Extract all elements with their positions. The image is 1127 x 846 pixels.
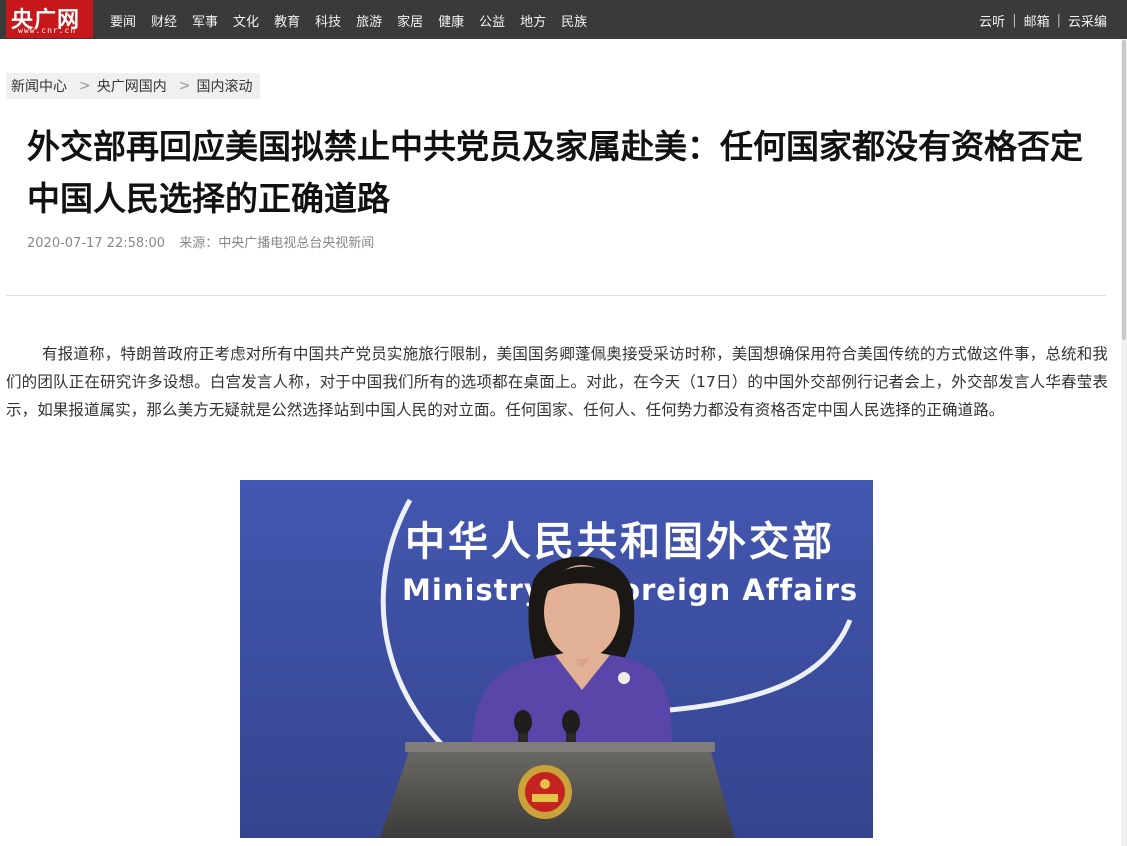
link-yuncaibian[interactable]: 云采编 [1068,11,1107,30]
press-conference-illustration: 中华人民共和国外交部 Ministry of Foreign Affairs [240,480,873,838]
breadcrumb: 新闻中心 > 央广网国内 > 国内滚动 [6,73,261,99]
breadcrumb-domestic-rolling[interactable]: 国内滚动 [196,76,252,96]
nav-item-gongyi[interactable]: 公益 [479,11,505,30]
link-separator: | [1056,13,1061,28]
nav-item-jiaoyu[interactable]: 教育 [274,11,300,30]
scrollbar-thumb[interactable] [1122,40,1126,340]
breadcrumb-domestic[interactable]: 央广网国内 [97,76,167,96]
article-meta: 2020-07-17 22:58:00 来源：中央广播电视总台央视新闻 [27,232,374,251]
breadcrumb-news-center[interactable]: 新闻中心 [11,76,67,96]
divider [6,295,1106,296]
nav-item-lvyou[interactable]: 旅游 [356,11,382,30]
article-datetime: 2020-07-17 22:58:00 [27,236,166,251]
breadcrumb-separator: > [79,78,91,94]
channel-nav: 要闻 财经 军事 文化 教育 科技 旅游 家居 健康 公益 地方 民族 [110,11,602,30]
link-mail[interactable]: 邮箱 [1024,11,1050,30]
top-navigation-bar: 央广网 www.cnr.cn 要闻 财经 军事 文化 教育 科技 旅游 家居 健… [0,0,1127,39]
nav-item-keji[interactable]: 科技 [315,11,341,30]
site-logo[interactable]: 央广网 www.cnr.cn [6,0,93,38]
nav-item-minzu[interactable]: 民族 [561,11,587,30]
link-yunting[interactable]: 云听 [979,11,1005,30]
article-source: 来源：中央广播电视总台央视新闻 [179,236,375,251]
nav-item-junshi[interactable]: 军事 [192,11,218,30]
nav-item-yaowen[interactable]: 要闻 [110,11,136,30]
backdrop-zh-text: 中华人民共和国外交部 [405,519,835,565]
link-separator: | [1012,13,1017,28]
nav-item-difang[interactable]: 地方 [520,11,546,30]
article-title: 外交部再回应美国拟禁止中共党员及家属赴美：任何国家都没有资格否定中国人民选择的正… [27,127,1083,218]
nav-item-jiaju[interactable]: 家居 [397,11,423,30]
breadcrumb-separator: > [178,78,191,94]
article-paragraph: 有报道称，特朗普政府正考虑对所有中国共产党员实施旅行限制，美国国务卿蓬佩奥接受采… [6,345,1108,419]
article-photo: 中华人民共和国外交部 Ministry of Foreign Affairs [240,480,873,838]
utility-links: 云听 | 邮箱 | 云采编 [979,11,1107,30]
nav-item-caijing[interactable]: 财经 [151,11,177,30]
logo-domain: www.cnr.cn [18,26,77,35]
nav-item-jiankang[interactable]: 健康 [438,11,464,30]
nav-item-wenhua[interactable]: 文化 [233,11,259,30]
